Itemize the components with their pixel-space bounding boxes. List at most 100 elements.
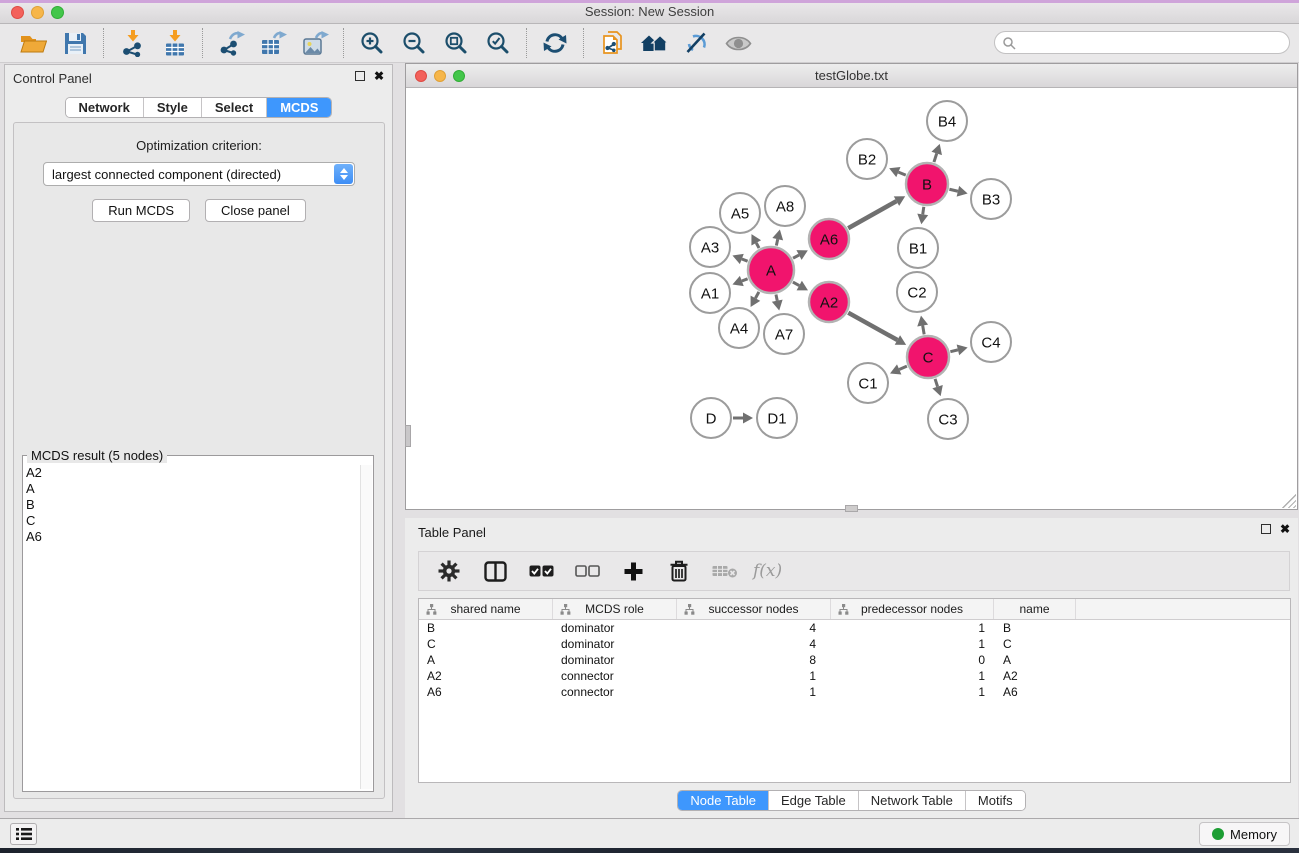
close-panel-icon[interactable] <box>374 71 384 81</box>
table-toolbar: f(x) <box>418 551 1290 591</box>
graph-edge-C-C4[interactable] <box>950 350 958 352</box>
graph-edge-B-B1[interactable] <box>923 207 924 215</box>
network-window-titlebar[interactable]: testGlobe.txt <box>406 64 1297 88</box>
left-splitter-grip[interactable] <box>405 425 411 447</box>
delete-table-button[interactable] <box>707 555 743 587</box>
graph-edge-A-A8[interactable] <box>776 239 777 245</box>
close-table-panel-icon[interactable] <box>1280 524 1290 534</box>
graph-edge-A6-B[interactable] <box>848 201 896 228</box>
zoom-in-button[interactable] <box>353 27 391 59</box>
zoom-out-button[interactable] <box>395 27 433 59</box>
result-item[interactable]: B <box>26 497 359 513</box>
open-file-button[interactable] <box>14 27 52 59</box>
save-session-button[interactable] <box>56 27 94 59</box>
duplicate-network-button[interactable] <box>593 27 631 59</box>
tab-node-table[interactable]: Node Table <box>678 791 768 810</box>
float-panel-icon[interactable] <box>355 71 365 81</box>
home-button[interactable] <box>635 27 673 59</box>
delete-columns-button[interactable] <box>661 555 697 587</box>
optimization-criterion-label: Optimization criterion: <box>14 138 384 153</box>
result-item[interactable]: A2 <box>26 465 359 481</box>
table-row[interactable]: C dominator 4 1 C <box>419 636 1290 652</box>
tab-edge-table[interactable]: Edge Table <box>768 791 858 810</box>
result-item[interactable]: A6 <box>26 529 359 545</box>
cell-mcds-role: dominator <box>553 637 677 651</box>
show-hide-panels-button[interactable] <box>719 27 757 59</box>
table-row[interactable]: A2 connector 1 1 A2 <box>419 668 1290 684</box>
search-input[interactable] <box>1020 34 1289 52</box>
column-header-shared-name[interactable]: shared name <box>419 599 553 619</box>
graph-edge-B-B2[interactable] <box>898 172 905 175</box>
table-settings-button[interactable] <box>431 555 467 587</box>
close-panel-button[interactable]: Close panel <box>205 199 306 222</box>
graph-edge-C-C2[interactable] <box>923 326 924 335</box>
tab-style[interactable]: Style <box>143 98 201 117</box>
graph-edge-B-B3[interactable] <box>949 189 958 191</box>
column-label: predecessor nodes <box>861 602 963 616</box>
export-table-button[interactable] <box>254 27 292 59</box>
export-network-icon <box>218 31 245 56</box>
table-panel: Table Panel <box>405 518 1298 818</box>
mcds-result-list[interactable]: A2 A B C A6 <box>26 465 359 789</box>
add-column-button[interactable] <box>615 555 651 587</box>
table-row[interactable]: B dominator 4 1 B <box>419 620 1290 636</box>
column-label: MCDS role <box>585 602 644 616</box>
graph-edge-A2-C[interactable] <box>848 313 897 340</box>
column-header-predecessor-nodes[interactable]: predecessor nodes <box>831 599 994 619</box>
graph-edge-A-A4[interactable] <box>755 292 758 298</box>
import-network-button[interactable] <box>113 27 151 59</box>
memory-button[interactable]: Memory <box>1199 822 1290 846</box>
graph-edge-A-A1[interactable] <box>742 279 748 281</box>
export-image-button[interactable] <box>296 27 334 59</box>
graph-edge-A-A7[interactable] <box>776 294 777 300</box>
search-field[interactable] <box>994 31 1290 54</box>
column-header-mcds-role[interactable]: MCDS role <box>553 599 677 619</box>
tab-motifs[interactable]: Motifs <box>965 791 1025 810</box>
run-mcds-button[interactable]: Run MCDS <box>92 199 190 222</box>
tab-network-table[interactable]: Network Table <box>858 791 965 810</box>
desktop-wallpaper-strip <box>0 848 1299 853</box>
column-header-name[interactable]: name <box>994 599 1076 619</box>
network-graph[interactable]: B4B2BB3A8A5A6A3B1AA1C2A2A4A7C4CC1C3DD1 <box>406 88 1297 509</box>
graph-edge-A-A3[interactable] <box>742 259 748 261</box>
cell-name: A <box>994 653 1076 667</box>
graph-edge-B-B4[interactable] <box>934 153 937 162</box>
tab-mcds[interactable]: MCDS <box>266 98 331 117</box>
list-icon <box>16 827 32 841</box>
task-history-button[interactable] <box>10 823 37 845</box>
toolbar-separator <box>343 28 344 58</box>
attribute-tree-icon <box>684 604 695 615</box>
graph-edge-A-A6[interactable] <box>793 255 799 258</box>
float-table-panel-icon[interactable] <box>1261 524 1271 534</box>
import-table-button[interactable] <box>155 27 193 59</box>
graph-edge-A-A2[interactable] <box>793 282 799 285</box>
export-network-button[interactable] <box>212 27 250 59</box>
graph-edge-C-C1[interactable] <box>899 366 907 369</box>
show-graphics-details-button[interactable] <box>677 27 715 59</box>
split-view-icon <box>484 561 507 582</box>
split-view-button[interactable] <box>477 555 513 587</box>
window-resize-grip[interactable] <box>1282 494 1296 508</box>
result-scrollbar[interactable] <box>360 465 372 789</box>
zoom-fit-button[interactable] <box>437 27 475 59</box>
column-header-successor-nodes[interactable]: successor nodes <box>677 599 831 619</box>
zoom-selected-button[interactable] <box>479 27 517 59</box>
zoom-out-icon <box>402 31 426 55</box>
select-all-columns-button[interactable] <box>523 555 559 587</box>
result-item[interactable]: C <box>26 513 359 529</box>
criterion-dropdown[interactable]: largest connected component (directed) <box>43 162 355 186</box>
save-floppy-icon <box>64 32 87 55</box>
graph-edge-A-A5[interactable] <box>756 243 759 248</box>
graph-node-label: A2 <box>820 294 838 311</box>
table-row[interactable]: A6 connector 1 1 A6 <box>419 684 1290 700</box>
graph-edge-C-C3[interactable] <box>935 379 938 387</box>
tab-select[interactable]: Select <box>201 98 266 117</box>
function-builder-button[interactable]: f(x) <box>753 561 782 581</box>
bottom-splitter-grip[interactable] <box>845 505 858 512</box>
network-canvas[interactable]: B4B2BB3A8A5A6A3B1AA1C2A2A4A7C4CC1C3DD1 <box>406 88 1297 509</box>
refresh-layout-button[interactable] <box>536 27 574 59</box>
result-item[interactable]: A <box>26 481 359 497</box>
table-row[interactable]: A dominator 8 0 A <box>419 652 1290 668</box>
deselect-all-columns-button[interactable] <box>569 555 605 587</box>
tab-network[interactable]: Network <box>66 98 143 117</box>
